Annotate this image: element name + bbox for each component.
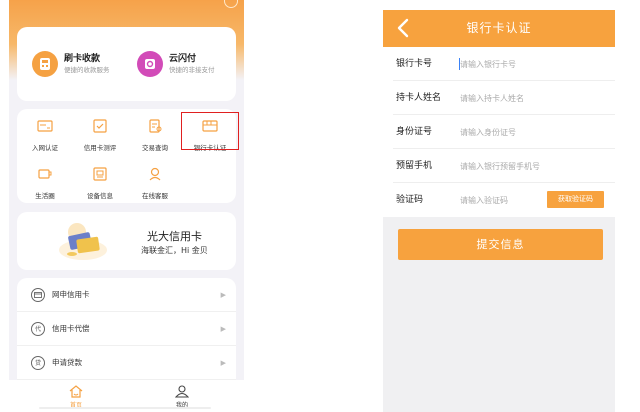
grid-item-device-info[interactable]: 设备信息 xyxy=(73,167,127,200)
function-grid: 入网认证 信用卡测评 交易查询 银行卡认证 生活圈 设备信息 在线客服 xyxy=(17,109,239,203)
cloud-pay-icon xyxy=(137,51,163,77)
promo-subtitle: 海联金汇，Hi 金贝 xyxy=(141,246,208,255)
page-title: 银行卡认证 xyxy=(466,21,532,35)
payment-card: 刷卡收款 便捷的收款服务 云闪付 快捷的非接支付 xyxy=(17,27,236,101)
device-icon xyxy=(93,167,107,181)
service-list: 网申信用卡 ▶ 代 信用卡代偿 ▶ 贷 申请贷款 ▶ xyxy=(17,278,236,382)
list-item-apply-credit-card[interactable]: 网申信用卡 ▶ xyxy=(17,278,236,312)
credit-card-illustration xyxy=(59,223,107,260)
field-label: 预留手机 xyxy=(396,161,433,171)
bank-card-number-input[interactable] xyxy=(460,57,560,72)
document-search-icon xyxy=(149,119,162,133)
home-indicator xyxy=(39,407,211,409)
credit-card-icon xyxy=(31,287,45,302)
payment-title: 云闪付 xyxy=(169,54,197,64)
tab-home[interactable]: 首页 xyxy=(56,383,96,410)
promo-banner[interactable]: 光大信用卡 海联金汇，Hi 金贝 xyxy=(17,212,236,270)
verification-code-input[interactable] xyxy=(460,193,540,208)
bank-card-auth-screen: 银行卡认证 银行卡号 持卡人姓名 身份证号 预留手机 验证码 获取验证码 xyxy=(383,10,615,412)
coffee-cup-icon xyxy=(38,169,52,179)
form-row-verify-code: 验证码 获取验证码 xyxy=(383,183,615,217)
promo-title: 光大信用卡 xyxy=(147,230,202,243)
dai-badge-icon: 代 xyxy=(31,321,45,336)
field-label: 银行卡号 xyxy=(396,59,433,69)
form-row-bank-card: 银行卡号 xyxy=(383,47,615,81)
chevron-right-icon: ▶ xyxy=(220,290,226,299)
grid-item-label: 生活圈 xyxy=(35,192,55,200)
highlight-box xyxy=(181,112,239,150)
grid-item-online-service[interactable]: 在线客服 xyxy=(128,167,182,200)
home-screen: 刷卡收款 便捷的收款服务 云闪付 快捷的非接支付 入网认证 信用卡测评 交易查询 xyxy=(9,0,244,412)
check-card-icon xyxy=(93,119,107,133)
cardholder-name-input[interactable] xyxy=(460,91,560,106)
payment-subtitle: 便捷的收款服务 xyxy=(64,66,110,74)
grid-item-life-circle[interactable]: 生活圈 xyxy=(18,167,72,200)
field-label: 验证码 xyxy=(396,195,424,205)
grid-item-label: 交易查询 xyxy=(142,144,168,152)
reserved-phone-input[interactable] xyxy=(460,159,580,174)
grid-item-label: 在线客服 xyxy=(142,192,168,200)
cloud-pay-entry[interactable]: 云闪付 快捷的非接支付 xyxy=(137,45,215,83)
form-row-id-number: 身份证号 xyxy=(383,115,615,149)
auth-form: 银行卡号 持卡人姓名 身份证号 预留手机 验证码 获取验证码 xyxy=(383,47,615,217)
card-payment-entry[interactable]: 刷卡收款 便捷的收款服务 xyxy=(32,45,110,83)
tab-bar: 首页 我的 xyxy=(9,380,244,412)
grid-item-label: 信用卡测评 xyxy=(83,144,117,152)
grid-item-transaction-query[interactable]: 交易查询 xyxy=(128,119,182,152)
user-icon xyxy=(174,385,190,398)
card-reader-icon xyxy=(32,51,58,77)
nav-bar: 银行卡认证 xyxy=(383,10,615,47)
payment-subtitle: 快捷的非接支付 xyxy=(169,66,215,74)
list-item-label: 申请贷款 xyxy=(52,358,82,367)
chevron-right-icon: ▶ xyxy=(220,358,226,367)
list-item-credit-card-repayment[interactable]: 代 信用卡代偿 ▶ xyxy=(17,312,236,346)
id-card-icon xyxy=(37,120,53,132)
payment-title: 刷卡收款 xyxy=(64,54,101,64)
field-label: 持卡人姓名 xyxy=(396,93,442,103)
form-row-cardholder: 持卡人姓名 xyxy=(383,81,615,115)
grid-item-label: 设备信息 xyxy=(87,192,113,200)
get-code-button[interactable]: 获取验证码 xyxy=(547,191,604,208)
form-row-phone: 预留手机 xyxy=(383,149,615,183)
submit-button[interactable]: 提交信息 xyxy=(398,229,603,260)
list-item-apply-loan[interactable]: 贷 申请贷款 ▶ xyxy=(17,346,236,380)
chevron-right-icon: ▶ xyxy=(220,324,226,333)
field-label: 身份证号 xyxy=(396,127,433,137)
id-number-input[interactable] xyxy=(460,125,560,140)
home-icon xyxy=(69,385,83,398)
list-item-label: 网申信用卡 xyxy=(52,290,90,299)
tab-mine[interactable]: 我的 xyxy=(162,383,202,410)
grid-item-credit-test[interactable]: 信用卡测评 xyxy=(73,119,127,152)
customer-service-icon xyxy=(149,167,161,181)
grid-item-network-auth[interactable]: 入网认证 xyxy=(18,119,72,152)
list-item-label: 信用卡代偿 xyxy=(52,324,90,333)
loan-icon: 贷 xyxy=(31,355,45,370)
grid-item-label: 入网认证 xyxy=(32,144,58,152)
